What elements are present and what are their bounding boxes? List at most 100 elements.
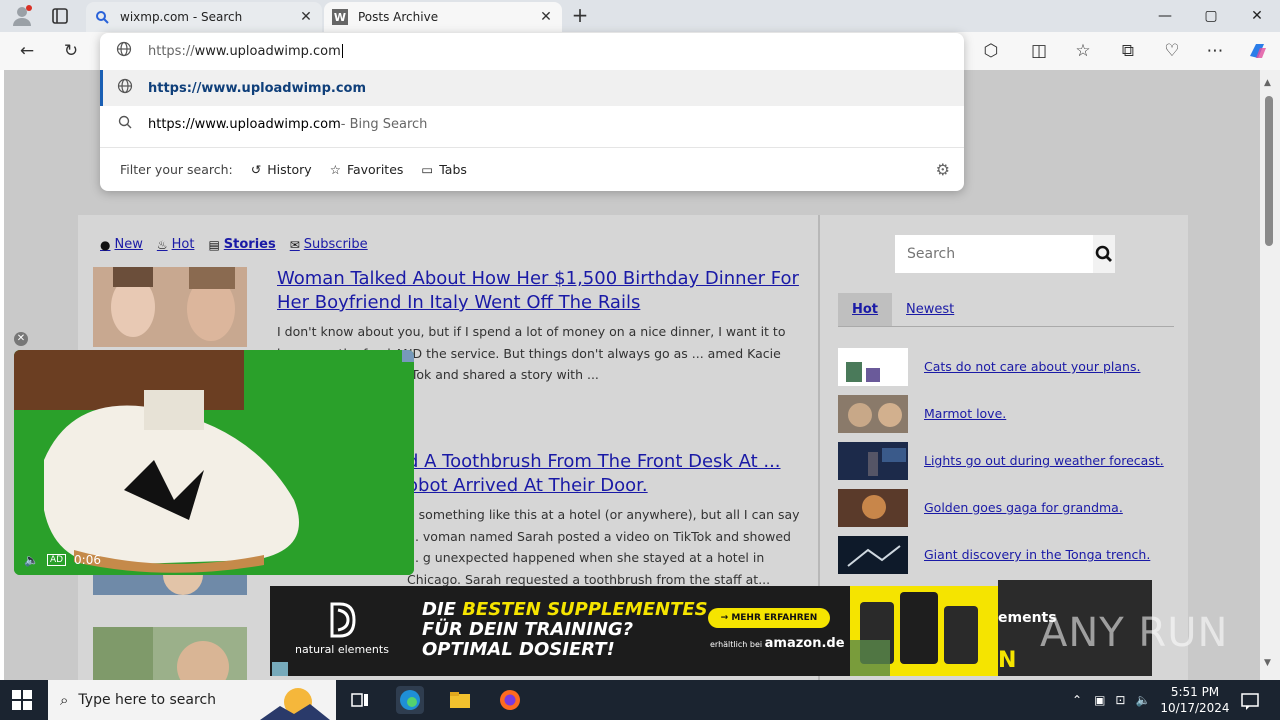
search-input[interactable] — [895, 235, 1093, 273]
hot-link[interactable]: Cats do not care about your plans. — [924, 359, 1140, 374]
address-bar-dropdown: https://www.uploadwimp.com https://www.u… — [100, 33, 964, 191]
wifi-icon[interactable]: ⊡ — [1115, 693, 1125, 707]
tab-strip: wixmp.com - Search ✕ W Posts Archive ✕ +… — [0, 0, 1280, 32]
chevron-up-icon[interactable]: ⌃ — [1072, 693, 1082, 707]
thumbnail-image[interactable] — [838, 394, 908, 433]
ad-badge: AD — [46, 554, 67, 566]
post-title[interactable]: Woman Talked About How Her $1,500 Birthd… — [277, 267, 802, 315]
product-image — [850, 586, 998, 676]
tab-title: wixmp.com - Search — [120, 10, 243, 24]
address-protocol: https:// — [148, 43, 195, 59]
scroll-down-icon[interactable]: ▼ — [1264, 658, 1271, 668]
firefox-icon[interactable] — [496, 686, 524, 714]
file-explorer-icon[interactable] — [446, 686, 474, 714]
flame-icon: ♨ — [156, 237, 168, 252]
hot-link[interactable]: Lights go out during weather forecast. — [924, 453, 1164, 468]
address-text: www.uploadwimp.com — [194, 43, 341, 59]
close-tab-icon[interactable]: ✕ — [298, 9, 314, 25]
search-highlight-icon — [260, 688, 330, 720]
thumbnail-image[interactable] — [838, 441, 908, 480]
nav-new[interactable]: ● New — [100, 237, 143, 252]
refresh-icon[interactable]: ↻ — [60, 40, 82, 62]
taskbar: ⌕ Type here to search ⌃ ▣ ⊡ 🔈 5:51 PM 10… — [0, 680, 1280, 720]
close-window-button[interactable]: ✕ — [1234, 0, 1280, 32]
taskbar-search-placeholder: Type here to search — [78, 692, 217, 708]
suggestion-suffix: - Bing Search — [340, 116, 428, 132]
close-tab-icon[interactable]: ✕ — [538, 9, 554, 25]
taskbar-clock[interactable]: 5:51 PM 10/17/2024 — [1160, 684, 1230, 716]
ad-choices-icon[interactable] — [272, 662, 288, 676]
hot-link[interactable]: Golden goes gaga for grandma. — [924, 500, 1123, 515]
thumbnail-image[interactable] — [838, 347, 908, 386]
extensions-icon[interactable]: ⬡ — [980, 40, 1002, 62]
notifications-icon[interactable] — [1236, 686, 1264, 714]
edge-icon[interactable] — [396, 686, 424, 714]
split-screen-icon[interactable]: ◫ — [1028, 40, 1050, 62]
back-icon[interactable]: ← — [16, 40, 38, 62]
nav-stories[interactable]: ▤ Stories — [208, 237, 275, 252]
task-view-icon[interactable] — [346, 686, 374, 714]
ad-side-text: N — [998, 648, 1017, 673]
video-controls: 🔈 AD 0:06 — [24, 553, 101, 567]
post-thumbnail[interactable] — [93, 627, 247, 680]
tabs-icon: ▭ — [421, 162, 434, 177]
clock-date: 10/17/2024 — [1160, 701, 1230, 715]
close-video-icon[interactable]: ✕ — [14, 332, 28, 346]
thumbnail-image[interactable] — [838, 535, 908, 574]
nav-hot[interactable]: ♨ Hot — [157, 237, 195, 252]
new-tab-button[interactable]: + — [568, 4, 592, 28]
site-search — [895, 235, 1115, 273]
search-icon — [94, 9, 110, 25]
hot-link[interactable]: Giant discovery in the Tonga trench. — [924, 547, 1150, 562]
tab-search[interactable]: wixmp.com - Search ✕ — [86, 2, 322, 32]
filter-favorites[interactable]: ☆ Favorites — [330, 162, 404, 177]
post-thumbnail[interactable] — [93, 267, 247, 347]
tab-hot[interactable]: Hot — [838, 293, 893, 326]
envelope-icon: ✉ — [289, 237, 300, 252]
volume-icon[interactable]: 🔈 — [1135, 693, 1150, 707]
ad-headline: DIE BESTEN SUPPLEMENTES FÜR DEIN TRAININ… — [422, 600, 708, 660]
network-icon[interactable]: ▣ — [1094, 693, 1105, 707]
page-scrollbar[interactable]: ▲ ▼ — [1260, 70, 1280, 680]
scroll-up-icon[interactable]: ▲ — [1264, 78, 1271, 88]
filter-tabs[interactable]: ▭ Tabs — [421, 162, 467, 177]
browser-essentials-icon[interactable]: ♡ — [1161, 40, 1183, 62]
clock-icon: ● — [100, 237, 111, 252]
maximize-button[interactable]: ▢ — [1188, 0, 1234, 32]
scrollbar-thumb[interactable] — [1265, 96, 1273, 246]
suggestion-url[interactable]: https://www.uploadwimp.com — [100, 70, 964, 106]
suggestion-search[interactable]: https://www.uploadwimp.com - Bing Search — [100, 106, 964, 142]
ad-banner[interactable]: natural elements DIE BESTEN SUPPLEMENTES… — [270, 586, 998, 676]
filter-chip-label: Favorites — [346, 162, 404, 177]
search-button[interactable] — [1093, 235, 1115, 273]
ad-line-highlight: BESTEN SUPPLEMENTES — [462, 599, 708, 620]
thumbnail-image[interactable] — [838, 488, 908, 527]
hot-link[interactable]: Marmot love. — [924, 406, 1006, 421]
filter-history[interactable]: ↺ History — [251, 162, 312, 177]
filter-chip-label: Tabs — [439, 162, 467, 177]
address-input[interactable]: https://www.uploadwimp.com — [100, 33, 964, 69]
windows-start-icon[interactable] — [12, 690, 32, 710]
ad-cta-button[interactable]: → MEHR ERFAHREN — [708, 608, 830, 628]
favorites-icon[interactable]: ☆ — [1072, 40, 1094, 62]
tab-actions-icon[interactable] — [50, 6, 70, 26]
tab-posts-archive[interactable]: W Posts Archive ✕ — [324, 2, 562, 32]
tab-newest[interactable]: Newest — [892, 293, 968, 326]
more-options-icon[interactable]: ⋯ — [1204, 40, 1226, 62]
filter-label: Filter your search: — [120, 162, 233, 177]
copilot-icon[interactable] — [1246, 40, 1268, 62]
profile-icon[interactable] — [10, 4, 34, 28]
filter-chip-label: History — [267, 162, 312, 177]
ad-brand-name: natural elements — [295, 643, 389, 656]
sidebar-tabs: Hot Newest — [838, 293, 1174, 327]
gear-icon[interactable]: ⚙ — [936, 160, 950, 179]
collections-icon[interactable]: ⧉ — [1117, 40, 1139, 62]
nav-subscribe[interactable]: ✉ Subscribe — [290, 237, 368, 252]
taskbar-search[interactable]: ⌕ Type here to search — [48, 680, 336, 720]
floating-video-player[interactable]: 🔈 AD 0:06 — [14, 350, 414, 575]
search-icon: ⌕ — [60, 691, 69, 709]
nav-label: Hot — [171, 237, 195, 252]
ad-amazon-brand: amazon.de — [764, 636, 845, 651]
mute-icon[interactable]: 🔈 — [24, 553, 39, 567]
minimize-button[interactable]: — — [1142, 0, 1188, 32]
